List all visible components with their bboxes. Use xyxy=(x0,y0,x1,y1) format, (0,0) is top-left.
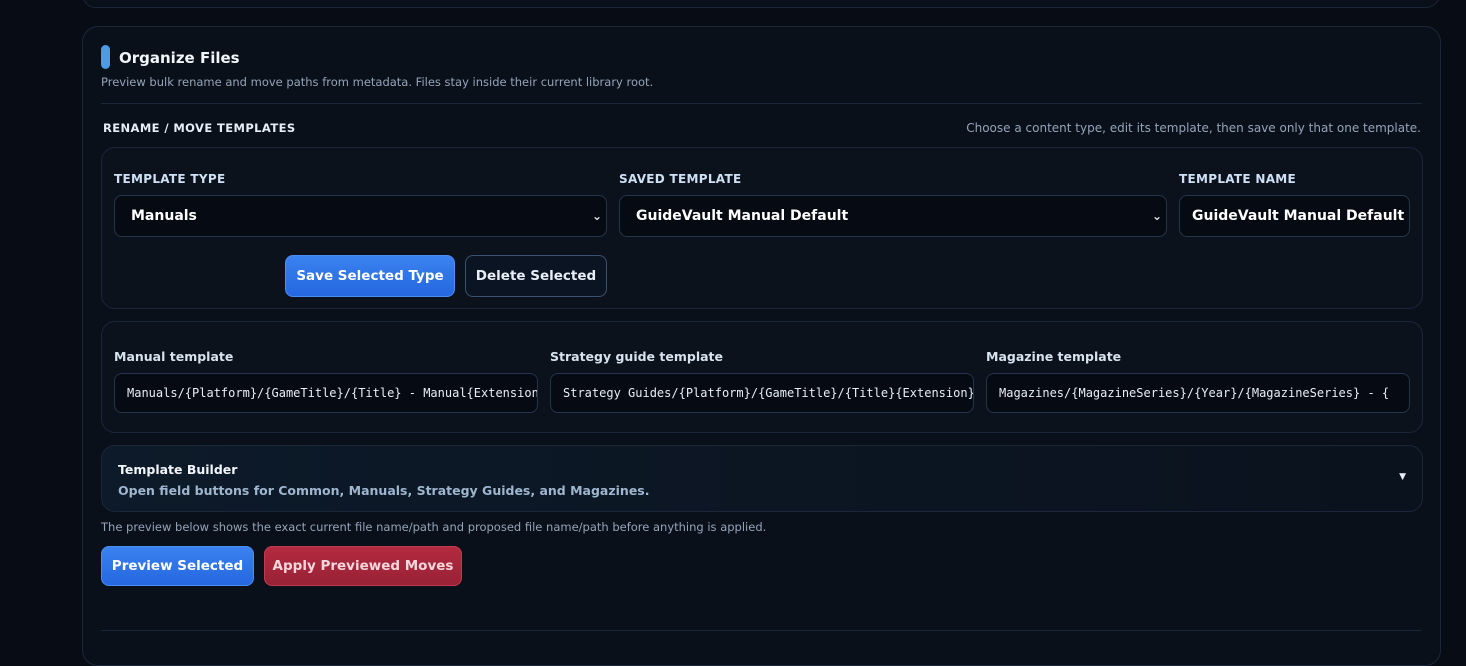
divider xyxy=(101,103,1422,104)
previous-card xyxy=(82,0,1440,8)
magazine-template-label: Magazine template xyxy=(986,349,1122,364)
template-type-select[interactable]: Manuals ⌄ xyxy=(114,195,607,237)
template-builder-title: Template Builder xyxy=(118,462,238,477)
saved-template-label: SAVED TEMPLATE xyxy=(619,172,742,186)
manual-template-label: Manual template xyxy=(114,349,234,364)
preview-note: The preview below shows the exact curren… xyxy=(101,520,767,534)
template-name-input[interactable]: GuideVault Manual Default xyxy=(1179,195,1410,237)
saved-template-select[interactable]: GuideVault Manual Default ⌄ xyxy=(619,195,1167,237)
template-type-value: Manuals xyxy=(131,208,197,224)
section-accent-bar xyxy=(101,45,110,69)
save-selected-type-button[interactable]: Save Selected Type xyxy=(285,255,455,297)
card-title: Organize Files xyxy=(119,49,240,67)
bottom-divider xyxy=(101,630,1422,631)
delete-selected-button[interactable]: Delete Selected xyxy=(465,255,607,297)
caret-down-icon: ▼ xyxy=(1399,472,1406,482)
preview-selected-button[interactable]: Preview Selected xyxy=(101,546,254,586)
saved-template-value: GuideVault Manual Default xyxy=(636,208,849,224)
strategy-template-label: Strategy guide template xyxy=(550,349,723,364)
chevron-down-icon: ⌄ xyxy=(1151,209,1162,223)
template-builder-toggle[interactable]: Template Builder Open field buttons for … xyxy=(101,445,1423,512)
chevron-down-icon: ⌄ xyxy=(591,209,602,223)
organize-files-card: Organize Files Preview bulk rename and m… xyxy=(82,26,1441,666)
section-label: RENAME / MOVE TEMPLATES xyxy=(103,121,296,135)
apply-previewed-moves-button[interactable]: Apply Previewed Moves xyxy=(264,546,462,586)
templates-panel: Manual template Manuals/{Platform}/{Game… xyxy=(101,321,1423,433)
template-name-label: TEMPLATE NAME xyxy=(1179,172,1297,186)
strategy-template-input[interactable]: Strategy Guides/{Platform}/{GameTitle}/{… xyxy=(550,373,974,413)
template-settings-panel: TEMPLATE TYPE Manuals ⌄ SAVED TEMPLATE G… xyxy=(101,147,1423,309)
section-hint: Choose a content type, edit its template… xyxy=(966,121,1421,135)
manual-template-input[interactable]: Manuals/{Platform}/{GameTitle}/{Title} -… xyxy=(114,373,538,413)
magazine-template-input[interactable]: Magazines/{MagazineSeries}/{Year}/{Magaz… xyxy=(986,373,1410,413)
template-type-label: TEMPLATE TYPE xyxy=(114,172,226,186)
card-subtitle: Preview bulk rename and move paths from … xyxy=(101,75,654,89)
template-builder-subtitle: Open field buttons for Common, Manuals, … xyxy=(118,483,650,498)
